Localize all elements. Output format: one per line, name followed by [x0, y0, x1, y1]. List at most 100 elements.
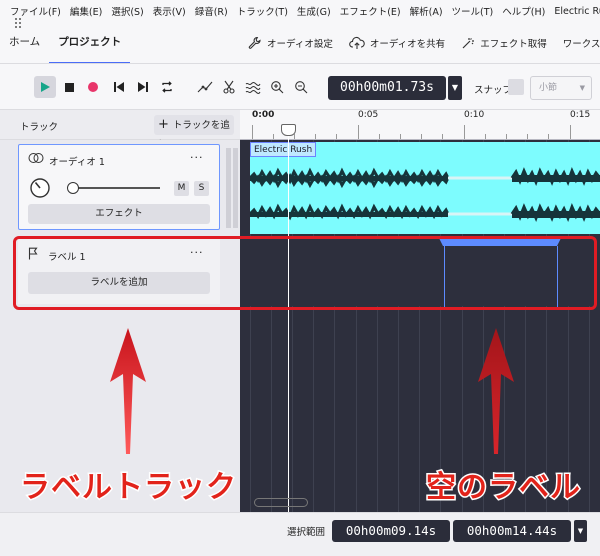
waveform — [250, 166, 600, 223]
envelope-icon — [197, 81, 213, 93]
workspace-button[interactable]: ワークスペース — [563, 36, 600, 50]
tracks-title: トラック — [20, 122, 59, 133]
menu-record[interactable]: 録音(R) — [195, 4, 228, 18]
mute-button[interactable]: M — [174, 181, 189, 196]
arrow-up-icon — [110, 328, 146, 454]
get-effects-button[interactable]: エフェクト取得 — [461, 36, 547, 50]
ruler-tick — [358, 125, 359, 139]
stop-button[interactable] — [58, 76, 80, 98]
audio-settings-label: オーディオ設定 — [267, 39, 333, 50]
tab-bar: ホーム プロジェクト オーディオ設定 オーディオを共有 エフェクト取得 ワークス… — [0, 22, 600, 64]
menu-view[interactable]: 表示(V) — [153, 4, 186, 18]
menu-analyze[interactable]: 解析(A) — [410, 4, 443, 18]
record-button[interactable] — [82, 76, 104, 98]
horizontal-scrollbar[interactable] — [254, 498, 308, 507]
skip-start-icon — [114, 82, 124, 92]
loop-icon — [162, 81, 172, 93]
snap-select-value: 小節 — [539, 83, 558, 93]
audio-settings-button[interactable]: オーディオ設定 — [248, 36, 333, 50]
menu-edit[interactable]: 編集(E) — [70, 4, 102, 18]
zoom-in-button[interactable] — [266, 76, 288, 98]
selection-end-time[interactable]: 00h00m14.44s — [453, 520, 571, 542]
track-meter — [224, 144, 240, 230]
scissors-icon — [223, 80, 235, 94]
time-format-dropdown[interactable]: ▼ — [448, 76, 462, 100]
ruler-tick — [548, 134, 549, 139]
annotation-label-track: ラベルトラック — [19, 469, 238, 507]
play-button[interactable] — [34, 76, 56, 98]
play-icon — [41, 82, 50, 92]
selection-format-dropdown[interactable]: ▼ — [574, 520, 587, 542]
stop-icon — [64, 82, 74, 92]
waveform-icon — [245, 82, 261, 94]
menu-tracks[interactable]: トラック(T) — [237, 4, 288, 18]
solo-button[interactable]: S — [194, 181, 209, 196]
annotation-empty-label: 空のラベル — [425, 469, 582, 507]
menu-bar: ファイル(F) 編集(E) 選択(S) 表示(V) 録音(R) トラック(T) … — [0, 0, 600, 22]
ruler-label: 0:10 — [464, 110, 485, 120]
effects-button[interactable]: エフェクト — [28, 204, 210, 224]
get-effects-label: エフェクト取得 — [480, 39, 547, 50]
zoom-out-icon — [295, 81, 308, 94]
ruler-tick — [421, 134, 422, 139]
snap-label: スナップ — [474, 85, 513, 96]
skip-to-end-button[interactable] — [132, 76, 154, 98]
menu-tools[interactable]: ツール(T) — [452, 4, 494, 18]
selection-start-time[interactable]: 00h00m09.14s — [332, 520, 450, 542]
ruler-tick — [485, 134, 486, 139]
audio-clip[interactable]: Electric Rush — [250, 142, 600, 234]
share-audio-label: オーディオを共有 — [369, 39, 446, 50]
volume-slider-thumb[interactable] — [67, 182, 79, 194]
tab-project[interactable]: プロジェクト — [49, 22, 131, 63]
ruler-tick — [252, 125, 253, 139]
menu-help[interactable]: ヘルプ(H) — [502, 4, 545, 18]
chevron-down-icon: ▼ — [579, 84, 585, 92]
cloud-upload-icon — [349, 36, 365, 49]
volume-slider-track[interactable] — [72, 187, 160, 189]
time-display[interactable]: 00h00m01.73s — [328, 76, 446, 100]
magic-wand-icon — [462, 38, 475, 49]
window-title: Electric Rush — [554, 5, 600, 17]
stereo-icon — [28, 153, 44, 163]
wrench-icon — [248, 36, 261, 49]
track-canvas[interactable]: Electric Rush — [240, 140, 600, 512]
label-track-highlight — [13, 236, 597, 310]
plus-icon: + — [158, 117, 169, 132]
ruler-tick — [442, 134, 443, 139]
ruler-tick — [336, 134, 337, 139]
ruler-tick — [527, 134, 528, 139]
envelope-tool-button[interactable] — [194, 76, 216, 98]
tracks-header: トラック +トラックを追加 — [0, 110, 240, 151]
audio-track-menu-icon[interactable]: ··· — [190, 151, 204, 164]
tab-home[interactable]: ホーム — [0, 22, 49, 63]
toolbar-grip-icon[interactable] — [12, 12, 24, 34]
playhead-line — [288, 124, 289, 512]
tab-actions: オーディオ設定 オーディオを共有 エフェクト取得 ワークスペース — [248, 22, 600, 63]
playhead-handle[interactable] — [281, 124, 296, 136]
loop-button[interactable] — [156, 76, 178, 98]
ruler-label: 0:15 — [570, 110, 591, 120]
ruler-label: 0:00 — [252, 110, 275, 120]
pan-knob[interactable] — [28, 176, 52, 200]
menu-select[interactable]: 選択(S) — [111, 4, 143, 18]
share-audio-button[interactable]: オーディオを共有 — [349, 36, 445, 50]
audio-clip-name[interactable]: Electric Rush — [250, 142, 317, 157]
ruler-tick — [294, 134, 295, 139]
add-track-button[interactable]: +トラックを追加 — [154, 115, 234, 151]
silence-tool-button[interactable] — [242, 76, 264, 98]
ruler-tick — [379, 134, 380, 139]
trim-tool-button[interactable] — [218, 76, 240, 98]
workspace-label: ワークスペース — [562, 39, 600, 50]
skip-to-start-button[interactable] — [108, 76, 130, 98]
menu-generate[interactable]: 生成(G) — [297, 4, 331, 18]
arrow-up-icon — [478, 328, 514, 454]
zoom-out-button[interactable] — [290, 76, 312, 98]
record-icon — [88, 82, 98, 92]
selection-label: 選択範囲 — [287, 527, 326, 538]
menu-effect[interactable]: エフェクト(E) — [340, 4, 401, 18]
snap-select[interactable]: 小節 ▼ — [530, 76, 592, 100]
ruler-tick — [464, 125, 465, 139]
skip-end-icon — [138, 82, 148, 92]
snap-checkbox[interactable] — [508, 79, 524, 95]
ruler-tick — [400, 134, 401, 139]
